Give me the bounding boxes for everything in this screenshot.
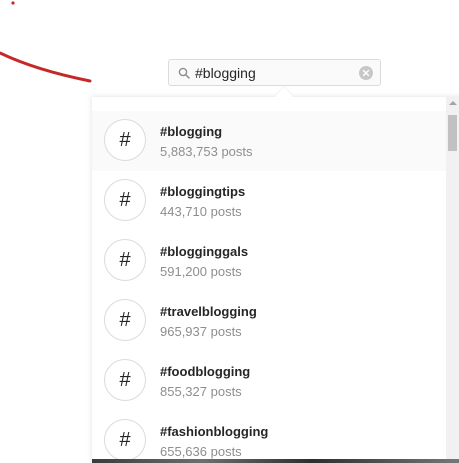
- result-tag-name: #bloggingtips: [160, 184, 246, 199]
- scroll-up-arrow-icon[interactable]: [449, 101, 457, 105]
- result-tag-name: #blogginggals: [160, 244, 249, 259]
- clear-icon[interactable]: [359, 66, 373, 80]
- search-input[interactable]: #blogging: [195, 65, 256, 81]
- result-post-count: 443,710 posts: [160, 204, 242, 219]
- search-results-dropdown: # #blogging 5,883,753 posts # #bloggingt…: [92, 97, 459, 463]
- result-post-count: 965,937 posts: [160, 324, 242, 339]
- result-post-count: 855,327 posts: [160, 384, 242, 399]
- result-tag-name: #fashionblogging: [160, 424, 269, 439]
- hashtag-icon: #: [104, 239, 146, 281]
- result-post-count: 655,636 posts: [160, 444, 242, 459]
- result-item[interactable]: # #travelblogging 965,937 posts: [92, 291, 446, 351]
- search-icon: [178, 67, 190, 79]
- result-tag-name: #blogging: [160, 124, 223, 139]
- result-item[interactable]: # #fashionblogging 655,636 posts: [92, 411, 446, 463]
- result-tag-name: #foodblogging: [160, 364, 251, 379]
- scroll-thumb[interactable]: [448, 115, 457, 151]
- hashtag-icon: #: [104, 119, 146, 161]
- hashtag-icon: #: [104, 179, 146, 221]
- hashtag-icon: #: [104, 299, 146, 341]
- hashtag-icon: #: [104, 359, 146, 401]
- background-image-strip: [92, 459, 459, 463]
- result-tag-name: #travelblogging: [160, 304, 257, 319]
- result-item[interactable]: # #bloggingtips 443,710 posts: [92, 171, 446, 231]
- result-item[interactable]: # #blogging 5,883,753 posts: [92, 111, 446, 171]
- result-post-count: 5,883,753 posts: [160, 144, 253, 159]
- result-item[interactable]: # #blogginggals 591,200 posts: [92, 231, 446, 291]
- result-item[interactable]: # #foodblogging 855,327 posts: [92, 351, 446, 411]
- hashtag-icon: #: [104, 419, 146, 461]
- result-post-count: 591,200 posts: [160, 264, 242, 279]
- close-icon: [362, 69, 370, 77]
- search-bar[interactable]: #blogging: [168, 59, 381, 86]
- page: #blogging # #blogging 5,883,753 posts # …: [0, 0, 459, 463]
- results-list: # #blogging 5,883,753 posts # #bloggingt…: [92, 111, 446, 463]
- scrollbar[interactable]: [446, 97, 459, 463]
